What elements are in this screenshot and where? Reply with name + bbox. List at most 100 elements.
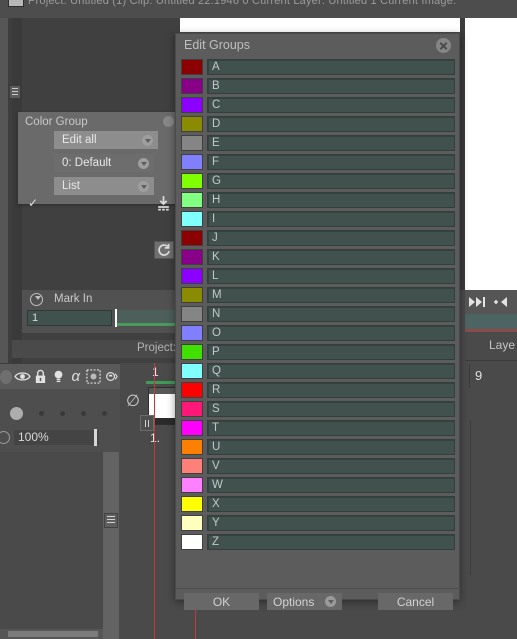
view-mode-label: List [62, 180, 80, 192]
frame-dot-active[interactable] [10, 407, 23, 420]
minus-circle-icon[interactable] [0, 431, 10, 444]
group-color-swatch[interactable] [181, 172, 203, 189]
group-name-input[interactable]: E [207, 134, 455, 151]
group-color-swatch[interactable] [181, 210, 203, 227]
group-color-swatch[interactable] [181, 267, 203, 284]
frame-dot[interactable] [39, 411, 44, 416]
group-color-swatch[interactable] [181, 58, 203, 75]
group-name-input[interactable]: R [207, 381, 455, 398]
frame-dot[interactable] [102, 411, 107, 416]
frame-dot[interactable] [60, 411, 65, 416]
group-color-swatch[interactable] [181, 305, 203, 322]
group-color-swatch[interactable] [181, 381, 203, 398]
eye-icon[interactable] [14, 367, 31, 387]
group-color-swatch[interactable] [181, 248, 203, 265]
group-name-input[interactable]: O [207, 324, 455, 341]
group-name-input[interactable]: N [207, 305, 455, 322]
group-color-swatch[interactable] [181, 514, 203, 531]
group-color-swatch[interactable] [181, 457, 203, 474]
group-color-swatch[interactable] [181, 153, 203, 170]
application-window: Project: Untitled (1) Clip: Untitled 22.… [0, 0, 517, 639]
ok-button[interactable]: OK [184, 593, 259, 610]
group-color-swatch[interactable] [181, 419, 203, 436]
chevron-down-icon[interactable] [0, 369, 13, 384]
view-mode-dropdown[interactable]: List [54, 177, 154, 195]
add-keyframe-icon[interactable] [494, 296, 512, 308]
timeline-playhead[interactable] [154, 363, 155, 639]
layer-tag-icon[interactable] [140, 415, 154, 431]
group-name-input[interactable]: M [207, 286, 455, 303]
group-row: A [176, 57, 461, 76]
mark-in-playhead[interactable] [115, 309, 117, 327]
group-name-input[interactable]: S [207, 400, 455, 417]
frame-dot[interactable] [81, 411, 86, 416]
group-name-input[interactable]: V [207, 457, 455, 474]
opacity-slider-handle[interactable] [94, 429, 97, 446]
cancel-button[interactable]: Cancel [378, 593, 453, 610]
mark-in-input[interactable]: 1 [27, 310, 112, 326]
group-color-swatch[interactable] [181, 324, 203, 341]
options-dropdown-button[interactable]: Options [267, 593, 342, 610]
group-name-input[interactable]: T [207, 419, 455, 436]
group-color-swatch[interactable] [181, 77, 203, 94]
group-name-input[interactable]: K [207, 248, 455, 265]
skip-forward-icon[interactable] [469, 296, 491, 308]
mark-in-timeline-bar[interactable] [116, 310, 178, 326]
group-name-input[interactable]: G [207, 172, 455, 189]
group-name-input[interactable]: H [207, 191, 455, 208]
group-name-input[interactable]: U [207, 438, 455, 455]
group-name-input[interactable]: L [207, 267, 455, 284]
color-group-select-row: ✓ 0: Default [18, 154, 178, 211]
group-name-input[interactable]: P [207, 343, 455, 360]
group-color-swatch[interactable] [181, 229, 203, 246]
group-color-swatch[interactable] [181, 400, 203, 417]
group-name-input[interactable]: F [207, 153, 455, 170]
group-name-input[interactable]: A [207, 58, 455, 75]
edit-mode-label: Edit all [62, 134, 97, 146]
group-color-swatch[interactable] [181, 96, 203, 113]
group-name-input[interactable]: I [207, 210, 455, 227]
mark-in-label: Mark In [54, 293, 93, 305]
group-row: E [176, 133, 461, 152]
group-name-input[interactable]: C [207, 96, 455, 113]
group-color-swatch[interactable] [181, 476, 203, 493]
group-name-input[interactable]: Q [207, 362, 455, 379]
group-color-swatch[interactable] [181, 362, 203, 379]
opacity-input[interactable]: 100% [14, 430, 99, 445]
group-row: U [176, 437, 461, 456]
group-name-input[interactable]: X [207, 495, 455, 512]
group-color-swatch[interactable] [181, 495, 203, 512]
lock-icon[interactable] [33, 367, 48, 387]
dialog-button-bar: OK Options Cancel [176, 591, 461, 617]
scrollbar-thumb[interactable] [8, 631, 98, 637]
onion-skin-icon[interactable] [103, 367, 120, 387]
group-color-swatch[interactable] [181, 115, 203, 132]
lightbulb-icon[interactable] [51, 367, 66, 387]
selection-icon[interactable] [86, 367, 101, 387]
timeline-range-bar[interactable] [465, 314, 517, 329]
group-list: ABCDEFGHIJKLMNOPQRSTUVWXYZ [176, 57, 461, 551]
left-panel-grip[interactable] [9, 85, 21, 99]
group-name-input[interactable]: Y [207, 514, 455, 531]
chevron-down-icon [138, 158, 149, 169]
splitter-grip[interactable] [104, 513, 118, 528]
group-color-swatch[interactable] [181, 438, 203, 455]
group-name-input[interactable]: Z [207, 533, 455, 550]
group-color-swatch[interactable] [181, 343, 203, 360]
group-color-swatch[interactable] [181, 286, 203, 303]
refresh-icon[interactable] [154, 241, 174, 259]
group-color-swatch[interactable] [181, 134, 203, 151]
group-name-input[interactable]: B [207, 77, 455, 94]
group-name-input[interactable]: J [207, 229, 455, 246]
group-color-swatch[interactable] [181, 533, 203, 550]
group-name-input[interactable]: W [207, 476, 455, 493]
frame-dots[interactable] [10, 407, 107, 420]
close-icon[interactable] [436, 38, 451, 53]
group-name-input[interactable]: D [207, 115, 455, 132]
edit-mode-dropdown[interactable]: Edit all [54, 131, 158, 149]
alpha-icon[interactable]: α [68, 367, 83, 387]
group-color-swatch[interactable] [181, 191, 203, 208]
color-group-dropdown[interactable]: 0: Default [54, 154, 154, 172]
close-icon[interactable] [163, 116, 174, 127]
vertical-splitter[interactable] [103, 452, 119, 639]
